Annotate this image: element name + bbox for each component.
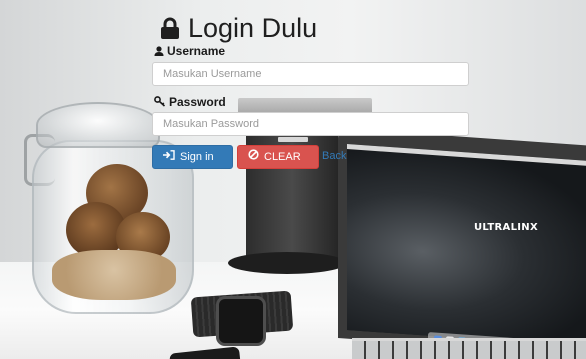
- background-photo: ULTRALINX: [0, 0, 586, 359]
- login-heading: Login Dulu: [160, 11, 317, 45]
- cookie-crumbs: [52, 250, 176, 300]
- laptop-display: [347, 144, 586, 348]
- user-icon: [154, 45, 164, 59]
- speaker-base: [228, 252, 346, 274]
- username-label-text: Username: [167, 44, 226, 58]
- back-link[interactable]: Back: [322, 149, 346, 163]
- sign-in-button[interactable]: Sign in: [152, 145, 233, 169]
- laptop-keyboard: [352, 338, 586, 359]
- username-label: Username: [154, 44, 225, 58]
- clear-label: CLEAR: [264, 151, 301, 163]
- password-label-text: Password: [169, 95, 226, 109]
- login-title-text: Login Dulu: [188, 13, 318, 43]
- laptop-brand-text: ULTRALINX: [474, 222, 538, 233]
- sign-in-icon: [163, 146, 175, 168]
- sign-in-label: Sign in: [180, 151, 214, 163]
- jar-lid: [36, 102, 160, 148]
- password-input[interactable]: [152, 112, 469, 136]
- key-icon: [154, 96, 166, 110]
- username-input[interactable]: [152, 62, 469, 86]
- ban-icon: [248, 146, 259, 168]
- speaker-label: [278, 137, 308, 142]
- lock-icon: [160, 13, 180, 47]
- clear-button[interactable]: CLEAR: [237, 145, 319, 169]
- watch-face: [216, 296, 266, 346]
- password-label: Password: [154, 95, 226, 109]
